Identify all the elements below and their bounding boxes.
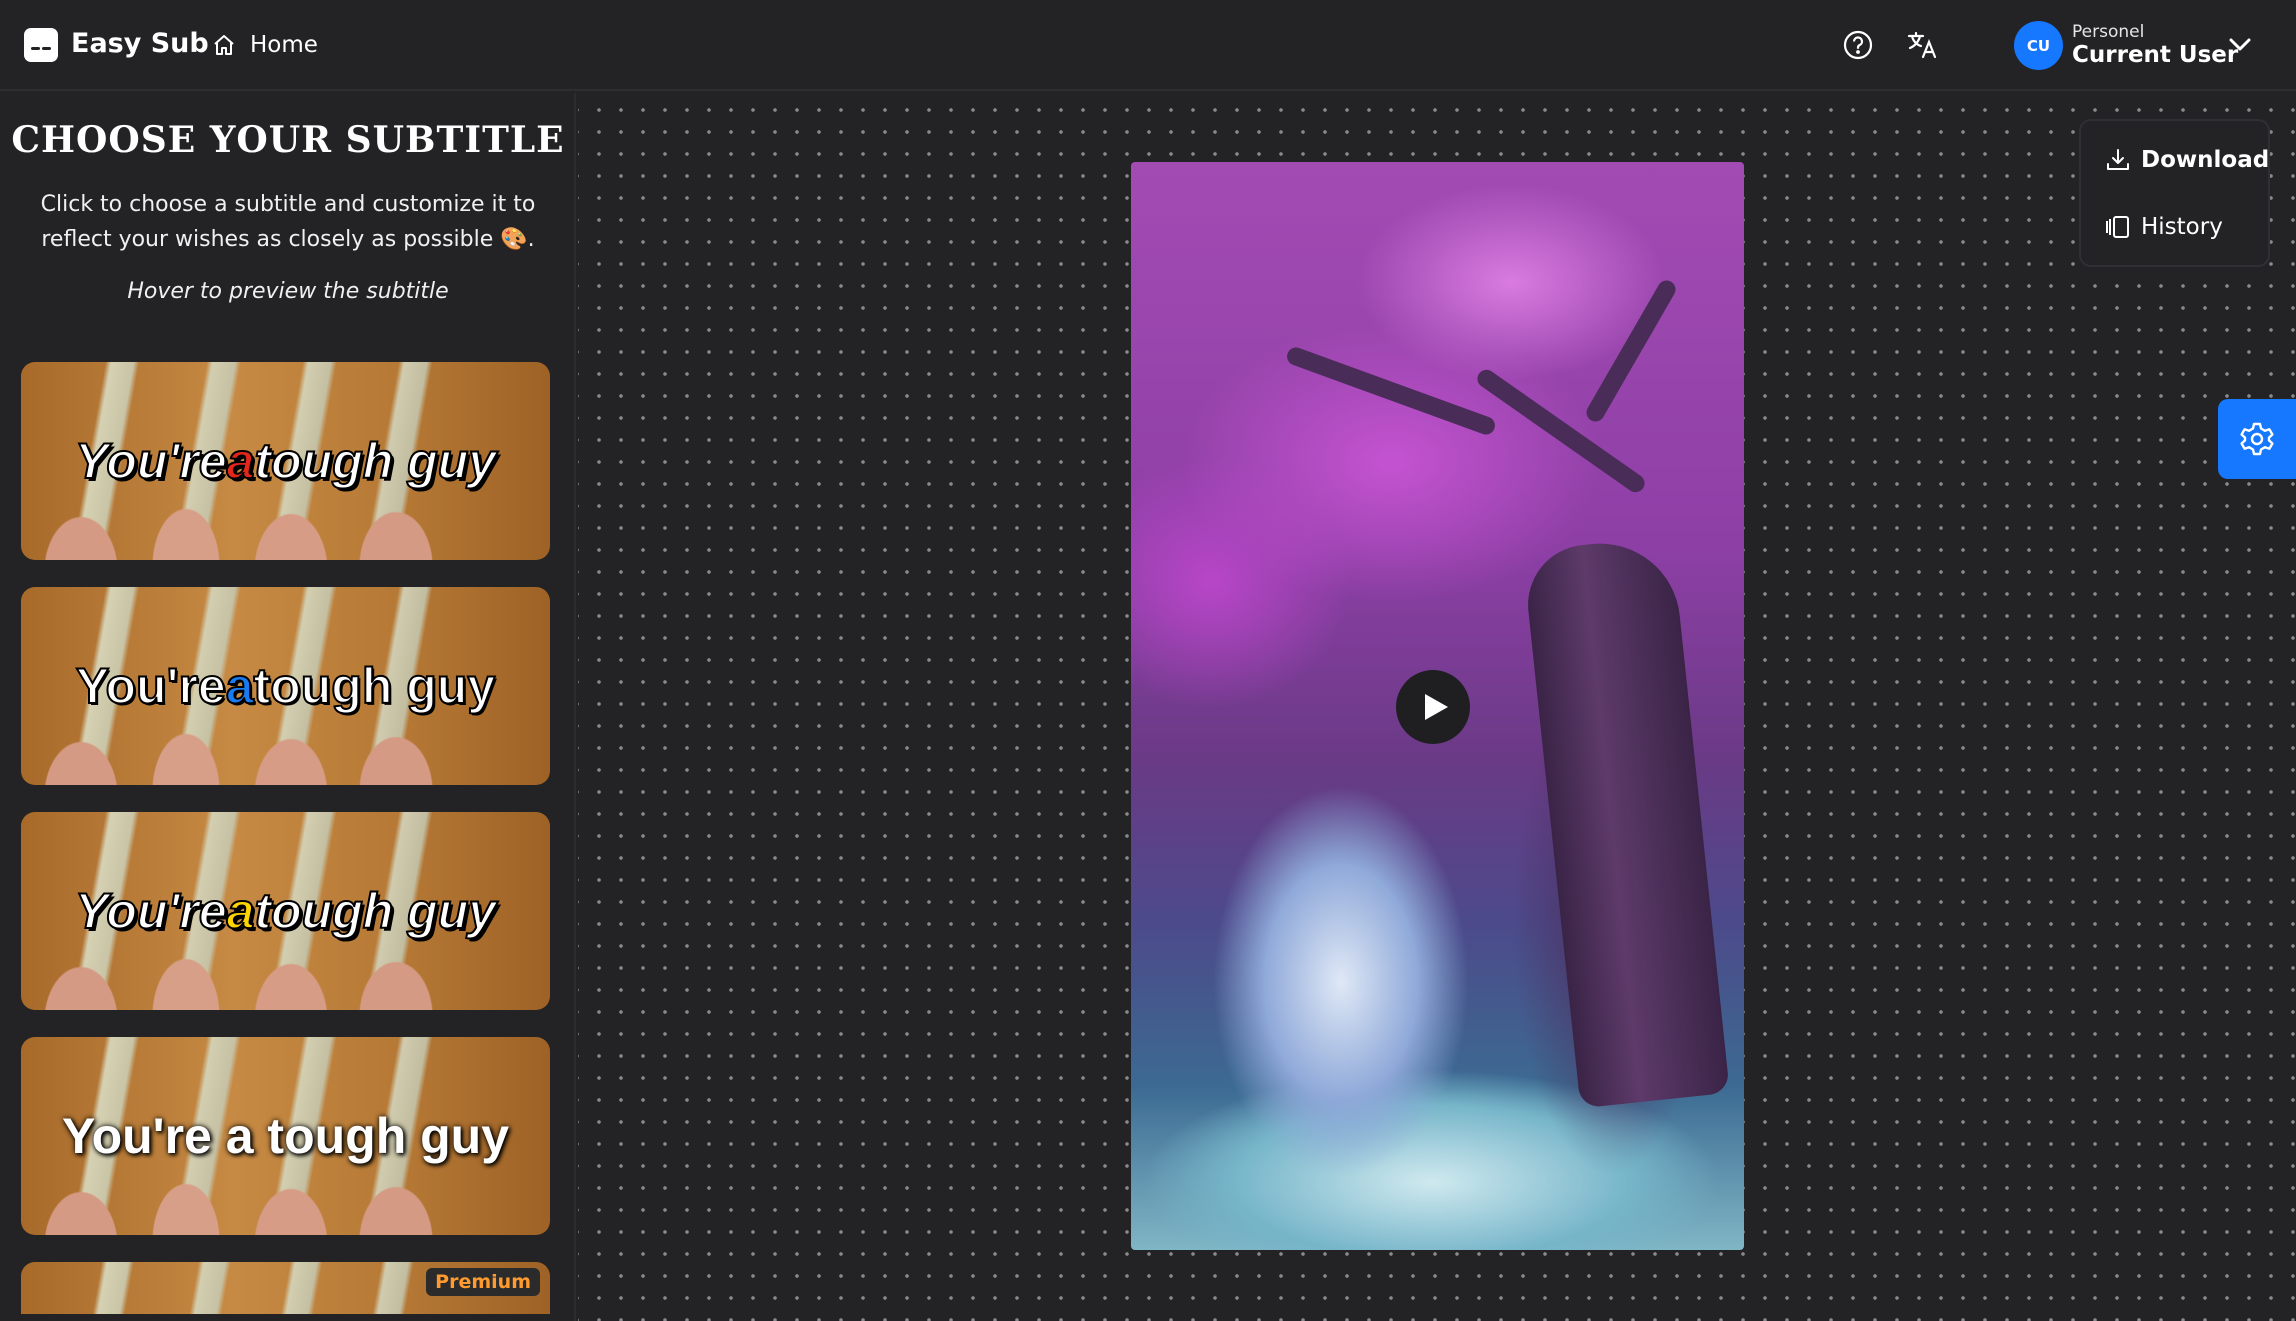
settings-button[interactable] [2218, 399, 2296, 479]
sidebar-title: CHOOSE YOUR SUBTITLE [11, 119, 565, 161]
help-icon[interactable] [1842, 29, 1874, 61]
app-name[interactable]: Easy Sub [71, 28, 209, 59]
subtitle-card-3[interactable]: You're a tough guy [21, 812, 550, 1010]
subtitle-sidebar: CHOOSE YOUR SUBTITLE Click to choose a s… [0, 93, 576, 1321]
subtitle-card-4[interactable]: You're a tough guy [21, 1037, 550, 1235]
premium-badge: Premium [426, 1268, 540, 1296]
user-plan: Personel [2072, 22, 2145, 42]
sidebar-hint: Hover to preview the subtitle [127, 279, 449, 304]
history-label: History [2141, 214, 2223, 240]
subtitle-card-5[interactable]: Premium [21, 1262, 550, 1314]
subtitle-preview-text: You're a tough guy [74, 882, 497, 940]
top-bar: Easy Sub Home CU Personel Current User [0, 0, 2296, 91]
history-button[interactable]: History [2105, 209, 2223, 245]
home-icon [214, 35, 234, 55]
play-button[interactable] [1396, 670, 1470, 744]
download-label: Download [2141, 147, 2270, 173]
history-icon [2106, 216, 2129, 238]
logo-icon[interactable] [24, 28, 58, 62]
avatar[interactable]: CU [2014, 21, 2063, 70]
download-icon [2107, 149, 2129, 170]
play-icon [1424, 694, 1448, 720]
subtitle-card-2[interactable]: You're a tough guy [21, 587, 550, 785]
user-name[interactable]: Current User [2072, 42, 2238, 68]
subtitle-card-1[interactable]: You're a tough guy [21, 362, 550, 560]
video-frame-tree [1522, 535, 1730, 1109]
sidebar-description: Click to choose a subtitle and customize… [40, 192, 536, 252]
settings-icon [2240, 422, 2274, 456]
subtitle-preview-text: You're a tough guy [74, 432, 497, 490]
home-label: Home [250, 32, 318, 58]
translate-icon[interactable] [1906, 29, 1938, 61]
download-button[interactable]: Download [2105, 142, 2269, 178]
subtitle-preview-text: You're a tough guy [61, 1108, 510, 1164]
subtitle-preview-text: You're a tough guy [75, 657, 496, 715]
home-link[interactable]: Home [212, 28, 318, 62]
chevron-down-icon[interactable] [2229, 38, 2251, 52]
